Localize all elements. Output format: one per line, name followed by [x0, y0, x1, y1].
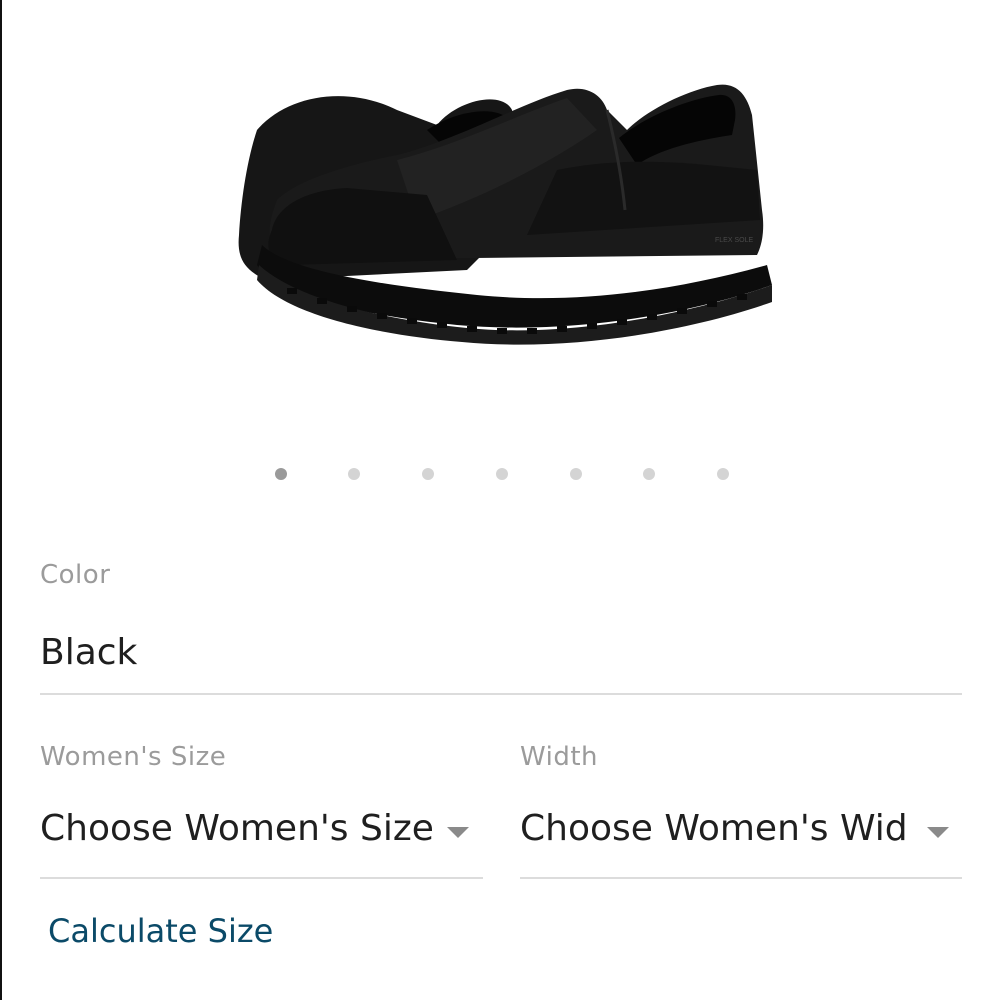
- width-divider: [520, 877, 962, 879]
- size-label: Women's Size: [40, 742, 227, 772]
- size-select-value: Choose Women's Size: [40, 808, 434, 849]
- pager-dot-1[interactable]: [275, 468, 287, 480]
- width-select[interactable]: Choose Women's Wid: [520, 802, 962, 862]
- pager-dot-2[interactable]: [348, 468, 360, 480]
- chevron-down-icon: [447, 827, 469, 838]
- image-pager: [2, 466, 1000, 482]
- product-detail-page: FLEX SOLE Color Black Women's Size Choos…: [0, 0, 1000, 1000]
- color-divider: [40, 693, 962, 695]
- product-image: FLEX SOLE: [238, 84, 772, 345]
- pager-dot-6[interactable]: [643, 468, 655, 480]
- sole-brand-text: FLEX SOLE: [715, 237, 753, 244]
- color-value[interactable]: Black: [40, 632, 940, 673]
- color-label: Color: [40, 560, 111, 590]
- size-divider: [40, 877, 483, 879]
- pager-dot-4[interactable]: [496, 468, 508, 480]
- size-select[interactable]: Choose Women's Size: [40, 802, 483, 862]
- pager-dot-3[interactable]: [422, 468, 434, 480]
- product-image-carousel[interactable]: FLEX SOLE: [2, 0, 1000, 440]
- width-label: Width: [520, 742, 599, 772]
- calculate-size-link[interactable]: Calculate Size: [48, 912, 273, 950]
- chevron-down-icon: [927, 827, 949, 838]
- width-select-value: Choose Women's Wid: [520, 808, 908, 849]
- pager-dot-5[interactable]: [570, 468, 582, 480]
- pager-dot-7[interactable]: [717, 468, 729, 480]
